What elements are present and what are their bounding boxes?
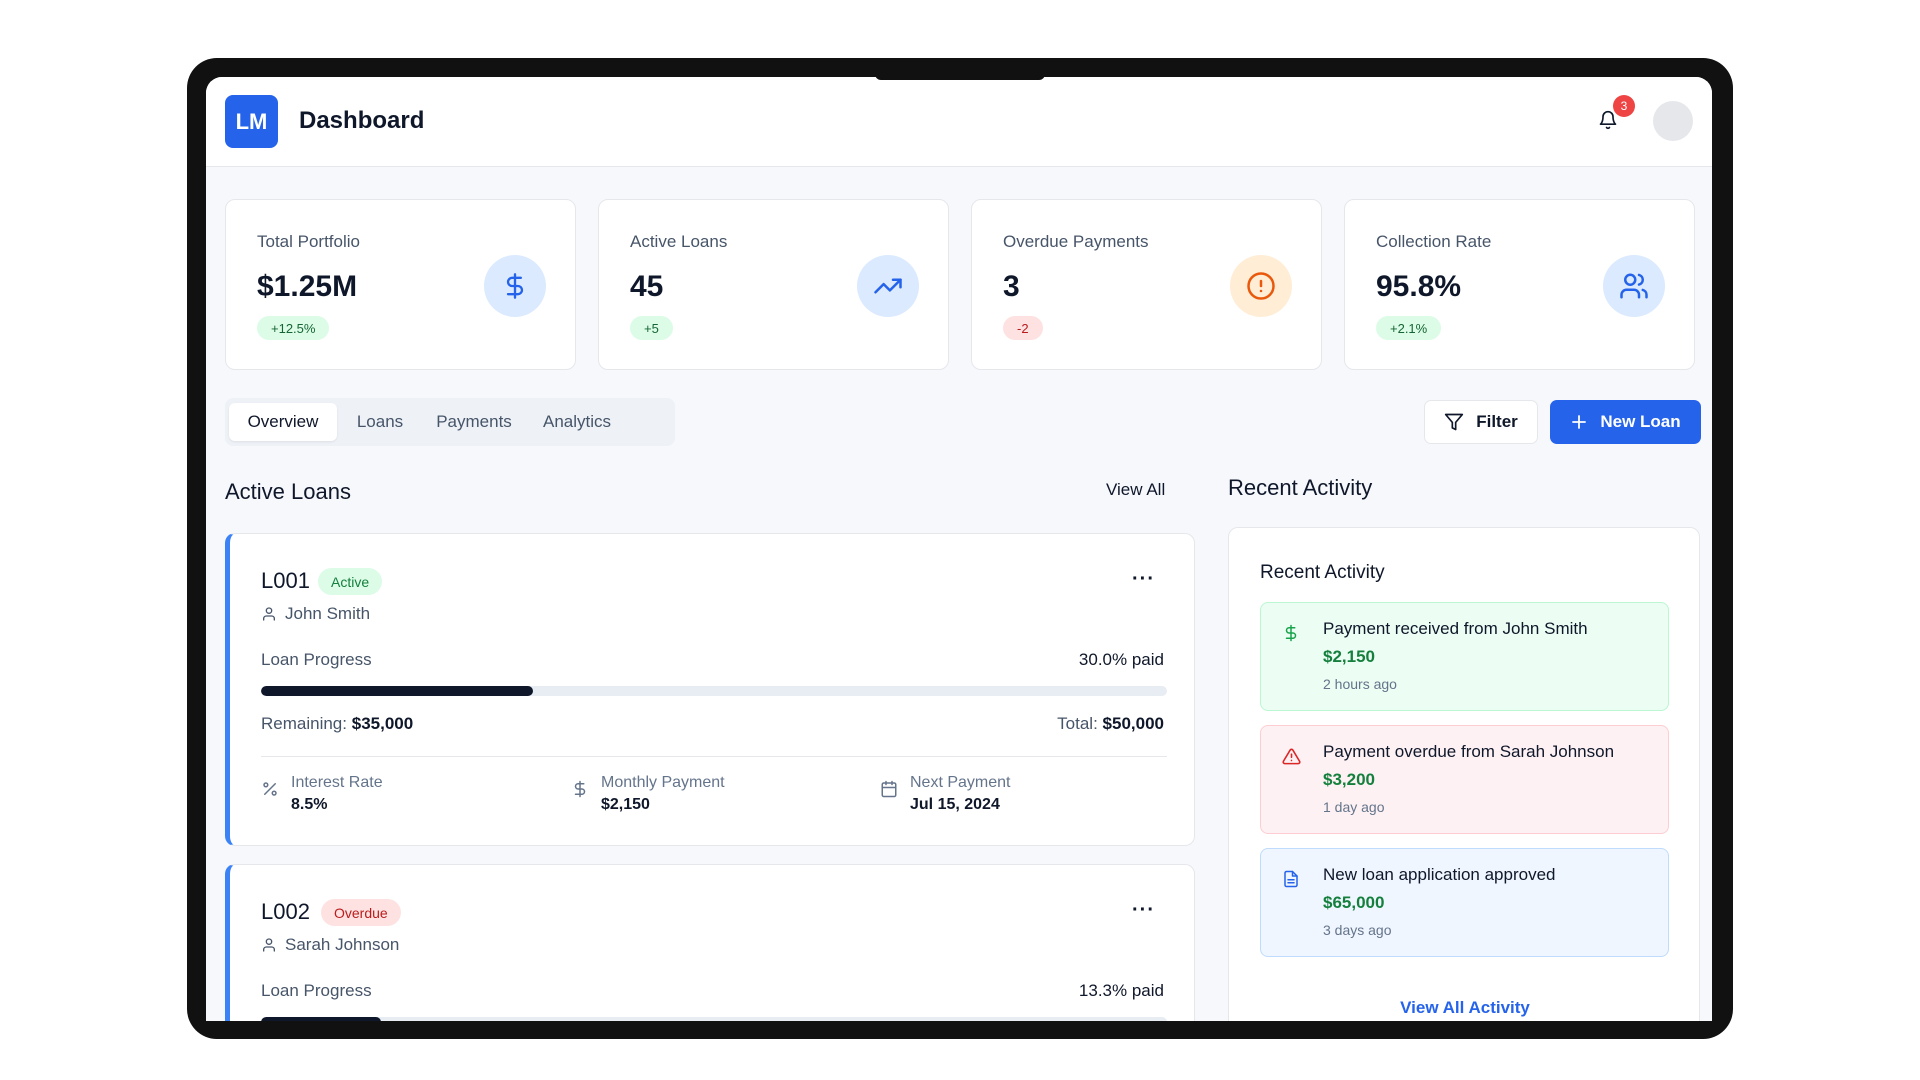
stat-card-active-loans: Active Loans 45 +5 [598, 199, 949, 370]
device-notch [875, 74, 1045, 80]
progress-percent: 30.0% paid [1078, 650, 1164, 669]
active-loans-title: Active Loans [225, 479, 351, 504]
activity-item[interactable]: Payment received from John Smith $2,150 … [1260, 602, 1669, 711]
filter-button[interactable]: Filter [1424, 400, 1538, 444]
dollar-icon [484, 255, 546, 317]
activity-title: Payment received from John Smith [1323, 619, 1588, 638]
progress-bar [261, 1017, 1167, 1021]
activity-amount: $3,200 [1323, 770, 1375, 789]
loan-id: L002 [261, 899, 310, 924]
stat-delta: +12.5% [257, 316, 330, 340]
stat-card-overdue-payments: Overdue Payments 3 -2 [971, 199, 1322, 370]
progress-fill [261, 1017, 382, 1021]
activity-time: 1 day ago [1323, 799, 1385, 815]
progress-percent: 13.3% paid [1078, 981, 1164, 1000]
dollar-icon [1281, 623, 1301, 643]
activity-item[interactable]: Payment overdue from Sarah Johnson $3,20… [1260, 725, 1669, 834]
device-frame: LM Dashboard 3 Total Portfolio $1.25M +1… [187, 58, 1733, 1039]
stat-value: 45 [630, 270, 664, 303]
stat-delta: +2.1% [1376, 316, 1442, 340]
loan-id: L001 [261, 568, 310, 593]
new-loan-button[interactable]: New Loan [1550, 400, 1701, 444]
view-all-activity-link[interactable]: View All Activity [1229, 998, 1701, 1018]
recent-activity-title: Recent Activity [1228, 475, 1373, 500]
stat-label: Overdue Payments [1003, 232, 1149, 251]
stat-value: 95.8% [1376, 270, 1462, 303]
total-amount: Total: $50,000 [1057, 714, 1164, 733]
user-icon [263, 938, 275, 952]
avatar[interactable] [1653, 101, 1693, 141]
more-options-icon[interactable]: ··· [1132, 899, 1155, 922]
detail-interest-rate: Interest Rate 8.5% [261, 774, 383, 814]
tab-analytics[interactable]: Analytics [529, 403, 625, 441]
more-options-icon[interactable]: ··· [1132, 568, 1155, 591]
tab-overview[interactable]: Overview [229, 403, 337, 441]
tab-payments[interactable]: Payments [423, 403, 525, 441]
borrower-name: John Smith [285, 604, 371, 623]
stat-delta: -2 [1003, 316, 1043, 340]
activity-time: 3 days ago [1323, 922, 1392, 938]
tab-loans[interactable]: Loans [341, 403, 419, 441]
recent-activity-panel: Recent Activity Payment received from Jo… [1228, 527, 1700, 1021]
stat-card-collection-rate: Collection Rate 95.8% +2.1% [1344, 199, 1695, 370]
activity-time: 2 hours ago [1323, 676, 1397, 692]
progress-label: Loan Progress [261, 981, 372, 1000]
alert-circle-icon [1230, 255, 1292, 317]
status-badge: Overdue [321, 899, 401, 926]
activity-title: Payment overdue from Sarah Johnson [1323, 742, 1615, 761]
loan-card[interactable]: L001 Active ··· John Smith Loan Progress… [225, 533, 1195, 846]
detail-next-payment: Next Payment Jul 15, 2024 [880, 774, 1010, 814]
stat-label: Active Loans [630, 232, 728, 251]
stat-delta: +5 [630, 316, 673, 340]
status-badge: Active [318, 568, 383, 595]
borrower-name: Sarah Johnson [285, 935, 400, 954]
dollar-icon [574, 780, 586, 798]
app-screen: LM Dashboard 3 Total Portfolio $1.25M +1… [206, 77, 1712, 1021]
stat-label: Collection Rate [1376, 232, 1492, 251]
loan-card[interactable]: L002 Overdue ··· Sarah Johnson Loan Prog… [225, 864, 1195, 1021]
top-bar: LM Dashboard 3 [206, 77, 1712, 167]
borrower: Sarah Johnson [261, 935, 399, 955]
calendar-icon [881, 780, 897, 798]
new-loan-label: New Loan [1600, 412, 1681, 431]
progress-bar [261, 686, 1167, 696]
filter-label: Filter [1476, 412, 1518, 431]
view-all-loans-link[interactable]: View All [1106, 480, 1165, 500]
activity-amount: $65,000 [1323, 893, 1385, 912]
stat-label: Total Portfolio [257, 232, 360, 251]
warning-triangle-icon [1281, 746, 1301, 766]
notification-badge: 3 [1613, 95, 1635, 117]
stat-value: 3 [1003, 270, 1020, 303]
detail-monthly-payment: Monthly Payment $2,150 [571, 774, 725, 814]
app-logo[interactable]: LM [225, 95, 278, 148]
trending-up-icon [857, 255, 919, 317]
progress-fill [261, 686, 533, 696]
tab-bar: Overview Loans Payments Analytics [225, 398, 675, 446]
stat-card-total-portfolio: Total Portfolio $1.25M +12.5% [225, 199, 576, 370]
activity-panel-title: Recent Activity [1260, 562, 1385, 583]
divider [261, 756, 1167, 757]
borrower: John Smith [261, 604, 370, 624]
users-icon [1603, 255, 1665, 317]
activity-title: New loan application approved [1323, 865, 1556, 884]
activity-amount: $2,150 [1323, 647, 1375, 666]
percent-icon [263, 782, 277, 796]
progress-label: Loan Progress [261, 650, 372, 669]
remaining-amount: Remaining: $35,000 [261, 714, 414, 733]
activity-item[interactable]: New loan application approved $65,000 3 … [1260, 848, 1669, 957]
page-title: Dashboard [299, 107, 425, 134]
user-icon [263, 607, 275, 621]
document-icon [1281, 869, 1301, 889]
plus-icon [1572, 415, 1587, 429]
stat-value: $1.25M [257, 270, 358, 303]
filter-icon [1445, 413, 1464, 431]
